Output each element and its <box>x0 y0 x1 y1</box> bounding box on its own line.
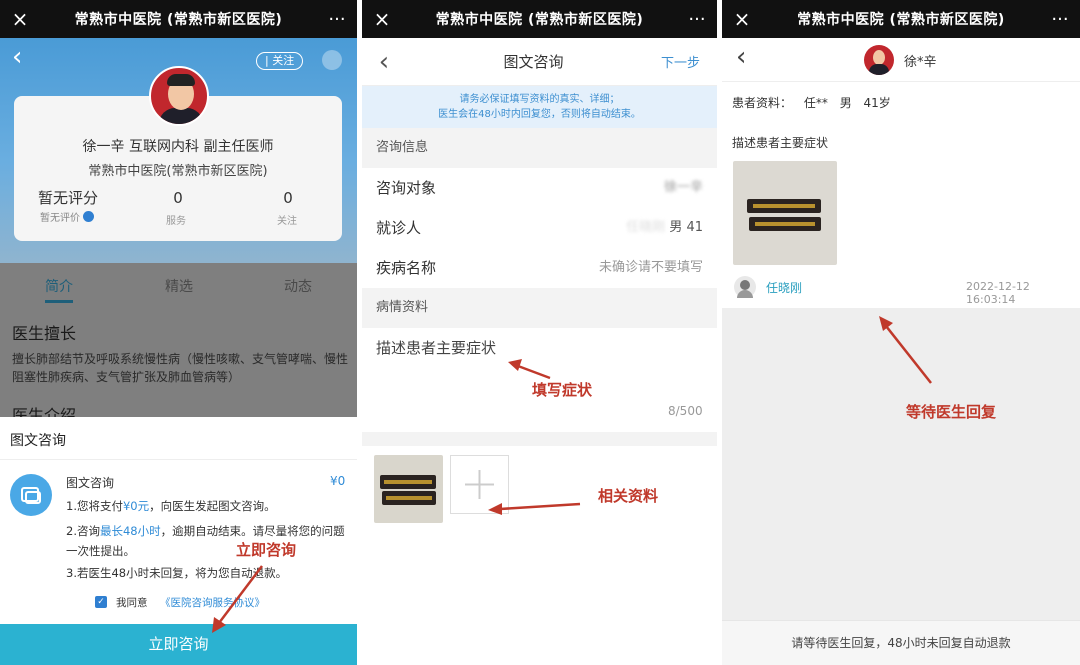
add-image-button[interactable] <box>450 455 509 514</box>
item-title: 图文咨询 <box>66 476 115 490</box>
annotation-fill-symptom: 填写症状 <box>532 381 593 399</box>
app-top-bar: × 常熟市中医院 (常熟市新区医院) ··· <box>362 0 717 38</box>
annotation-consult-now: 立即咨询 <box>236 541 297 559</box>
symptom-text: 描述患者主要症状 <box>376 339 497 357</box>
follows-label: 关注 <box>277 216 297 227</box>
back-icon[interactable]: ‹ <box>362 47 406 77</box>
app-top-bar: × 常熟市中医院 (常熟市新区医院) ··· <box>722 0 1080 38</box>
doctor-line: 徐一辛 互联网内科 副主任医师 <box>82 139 274 155</box>
notice-banner: 请务必保证填写资料的真实、详细； 医生会在48小时内回复您，否则将自动结束。 <box>362 86 717 128</box>
disease-input[interactable]: 未确诊请不要填写 <box>599 248 703 288</box>
more-icon[interactable]: ··· <box>677 9 717 30</box>
more-icon[interactable]: ··· <box>1040 9 1080 30</box>
follow-button[interactable]: | 关注 <box>256 52 304 70</box>
form-header: ‹ 图文咨询 下一步 <box>362 38 717 86</box>
app-title: 常熟市中医院 (常熟市新区医院) <box>74 12 283 28</box>
tab-featured[interactable]: 精选 <box>165 276 193 296</box>
agreement-link[interactable]: 《医院咨询服务协议》 <box>160 595 265 610</box>
back-icon[interactable]: ‹ <box>736 42 746 72</box>
app-title: 常熟市中医院 (常熟市新区医院) <box>797 12 1005 28</box>
wait-footer: 请等待医生回复，48小时未回复自动退款 <box>722 620 1080 665</box>
specialty-text: 擅长肺部结节及呼吸系统慢性病（慢性咳嗽、支气管哮喘、慢性阻塞性肺疾病、支气管扩张… <box>12 352 349 384</box>
rule-1: 1.您将支付¥0元，向医生发起图文咨询。 <box>66 499 276 513</box>
tab-updates[interactable]: 动态 <box>284 276 312 296</box>
tab-indicator <box>45 300 73 303</box>
close-icon[interactable]: × <box>0 0 40 38</box>
rating-title: 暂无评分 <box>38 189 99 207</box>
rule-3: 3.若医生48小时未回复，将为您自动退款。 <box>66 566 288 580</box>
section-consult-info: 咨询信息 <box>362 128 717 168</box>
patient-value: 任晓刚 男 41 <box>626 220 703 235</box>
consult-target-row[interactable]: 咨询对象 徐一辛 <box>362 168 717 208</box>
rating-sub: 暂无评价 <box>40 213 80 224</box>
hospital-name: 常熟市中医院(常熟市新区医院) <box>88 164 268 179</box>
sheet-title: 图文咨询 <box>10 433 66 449</box>
more-icon[interactable]: ··· <box>317 9 357 30</box>
patient-row[interactable]: 就诊人 任晓刚 男 41 <box>362 208 717 248</box>
price: ¥0 <box>330 474 346 488</box>
disease-row[interactable]: 疾病名称 未确诊请不要填写 <box>362 248 717 288</box>
close-icon[interactable]: × <box>722 0 762 38</box>
annotation-related-files: 相关资料 <box>598 487 659 505</box>
spacer <box>362 432 717 446</box>
patient-info: 患者资料： 任** 男 41岁 <box>732 96 891 110</box>
uploaded-image-thumb[interactable] <box>374 455 443 523</box>
intro-title-partial: 医生介绍 <box>12 406 77 417</box>
char-counter: 8/500 <box>668 404 703 418</box>
next-button[interactable]: 下一步 <box>661 52 717 71</box>
user-avatar-icon <box>734 276 756 298</box>
agree-label: 我同意 <box>116 597 148 609</box>
waiting-area <box>722 308 1080 620</box>
rule-2: 2.咨询最长48小时，逾期自动结束。请尽量将您的问题一次性提出。 <box>66 524 345 558</box>
consult-target-value: 徐一辛 <box>663 180 703 195</box>
doctor-name: 徐*辛 <box>904 55 937 70</box>
consult-form-panel: × 常熟市中医院 (常熟市新区医院) ··· ‹ 图文咨询 下一步 请务必保证填… <box>362 0 717 665</box>
app-title: 常熟市中医院 (常熟市新区医院) <box>435 12 644 28</box>
doctor-avatar <box>149 66 209 126</box>
form-title: 图文咨询 <box>503 53 564 71</box>
annotation-wait-reply: 等待医生回复 <box>906 403 997 421</box>
close-icon[interactable]: × <box>362 0 402 38</box>
sender-name[interactable]: 任晓刚 <box>766 279 802 296</box>
divider <box>0 459 357 460</box>
app-top-bar: × 常熟市中医院 (常熟市新区医院) ··· <box>0 0 357 38</box>
doctor-avatar <box>864 45 894 75</box>
blank-area <box>362 528 717 665</box>
disease-label: 疾病名称 <box>376 259 437 277</box>
notice-line-1: 请务必保证填写资料的真实、详细； <box>459 94 620 105</box>
notice-line-2: 医生会在48小时内回复您，否则将自动结束。 <box>438 109 641 120</box>
plus-icon <box>465 470 494 499</box>
image-chat-icon <box>10 474 52 516</box>
follows-count: 0 <box>283 189 293 207</box>
symptom-label: 描述患者主要症状 <box>732 136 829 150</box>
tab-intro[interactable]: 简介 <box>45 276 73 296</box>
chat-header: ‹ 徐*辛 <box>722 38 1080 82</box>
message-timestamp: 2022-12-12 16:03:14 <box>966 280 1030 306</box>
agree-checkbox[interactable]: ✓ <box>95 596 107 608</box>
rating-link[interactable]: 暂无评价 <box>40 209 95 224</box>
section-condition: 病情资料 <box>362 288 717 328</box>
share-icon[interactable] <box>322 50 342 70</box>
info-icon <box>83 211 95 222</box>
consult-now-button[interactable]: 立即咨询 <box>0 624 357 665</box>
symptom-image[interactable] <box>733 161 837 265</box>
patient-label: 就诊人 <box>376 219 422 237</box>
consult-chat-panel: × 常熟市中医院 (常熟市新区医院) ··· ‹ 徐*辛 患者资料： 任** 男… <box>722 0 1080 665</box>
services-count: 0 <box>173 189 183 207</box>
specialty-title: 医生擅长 <box>12 324 77 343</box>
services-label: 服务 <box>166 216 186 227</box>
back-icon[interactable]: ‹ <box>12 42 22 72</box>
follow-label: 关注 <box>272 54 295 67</box>
doctor-profile-panel: × 常熟市中医院 (常熟市新区医院) ··· ‹ | 关注 徐一辛 互联网内科 … <box>0 0 357 665</box>
consult-target-label: 咨询对象 <box>376 179 437 197</box>
